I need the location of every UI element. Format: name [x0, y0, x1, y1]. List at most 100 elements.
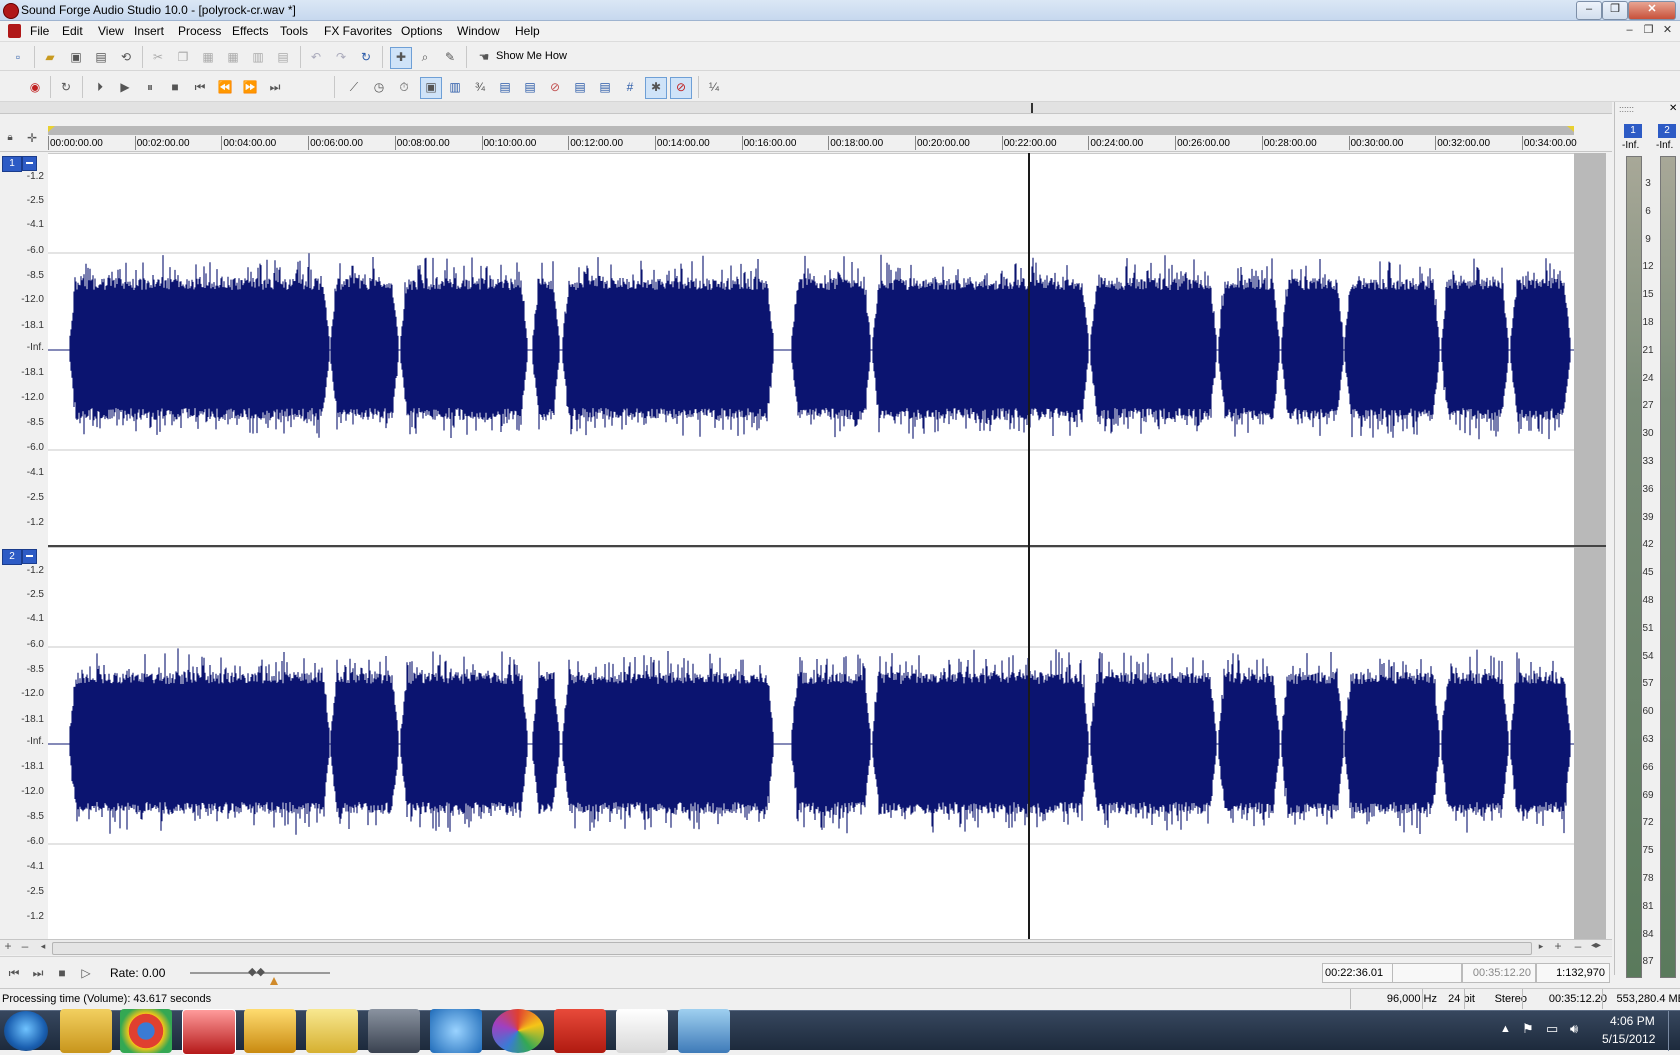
- network-icon[interactable]: ▭: [1546, 1021, 1558, 1037]
- play-icon[interactable]: ▷: [76, 963, 96, 983]
- zoom-out-time-button[interactable]: –: [1570, 938, 1586, 954]
- redo-icon[interactable]: ↷: [331, 47, 351, 67]
- time-signature-icon[interactable]: ¾: [470, 77, 490, 97]
- chrome-icon[interactable]: [120, 1009, 172, 1053]
- stop-icon[interactable]: ■: [52, 963, 72, 983]
- windows-start-icon[interactable]: [4, 1011, 48, 1051]
- picasa-icon[interactable]: [492, 1009, 544, 1053]
- magnify-tool-icon[interactable]: ⌕: [415, 47, 435, 67]
- playback-cursor[interactable]: [1028, 153, 1030, 939]
- selection-length-field[interactable]: [1392, 963, 1462, 983]
- frames-29-icon[interactable]: ▤: [570, 77, 590, 97]
- zoom-out-vertical-button[interactable]: –: [17, 938, 33, 954]
- document-icon[interactable]: [8, 24, 21, 38]
- fast-forward-icon[interactable]: ⏩: [240, 77, 260, 97]
- mdi-minimize-button[interactable]: –: [1622, 24, 1637, 38]
- mdi-restore-button[interactable]: ❐: [1641, 24, 1656, 38]
- save-icon[interactable]: ▣: [66, 47, 86, 67]
- frames-25-icon[interactable]: ▤: [520, 77, 540, 97]
- record-icon[interactable]: ◉: [25, 77, 45, 97]
- menu-tools[interactable]: Tools: [280, 24, 308, 38]
- menu-effects[interactable]: Effects: [232, 24, 268, 38]
- ruler-snap-icon[interactable]: ✛: [24, 130, 40, 146]
- minimize-button[interactable]: –: [1576, 1, 1602, 20]
- maximize-button[interactable]: ❐: [1602, 1, 1628, 20]
- go-to-start-icon[interactable]: ⏮: [190, 77, 210, 97]
- cursor-position-field[interactable]: 00:22:36.01: [1322, 963, 1394, 983]
- rate-slider-thumb[interactable]: ◆◆: [248, 965, 272, 979]
- new-file-icon[interactable]: ▫: [8, 47, 28, 67]
- filezilla-icon[interactable]: [554, 1009, 606, 1053]
- menu-fx-favorites[interactable]: FX Favorites: [324, 24, 392, 38]
- scroll-left-icon[interactable]: ◂: [36, 938, 50, 954]
- channels-field[interactable]: Stereo: [1464, 989, 1531, 1009]
- play-icon[interactable]: ▶: [115, 77, 135, 97]
- copy-icon[interactable]: ❐: [173, 47, 193, 67]
- menu-edit[interactable]: Edit: [62, 24, 83, 38]
- channel-1-waveform[interactable]: [48, 153, 1574, 545]
- waveform-1[interactable]: [48, 154, 1574, 546]
- steam-icon[interactable]: [368, 1009, 420, 1053]
- sound-forge-icon[interactable]: [182, 1009, 236, 1055]
- mix-icon[interactable]: ▥: [248, 47, 268, 67]
- go-to-end-icon[interactable]: ⏭: [265, 77, 285, 97]
- volume-icon[interactable]: 🔊︎: [1570, 1021, 1578, 1037]
- menu-file[interactable]: File: [30, 24, 49, 38]
- tasks-icon[interactable]: [244, 1009, 296, 1053]
- channel-2-waveform[interactable]: [48, 547, 1574, 939]
- render-icon[interactable]: ⟲: [116, 47, 136, 67]
- clock-time[interactable]: 4:06 PM: [1610, 1014, 1655, 1028]
- scroll-right-icon[interactable]: ▸: [1534, 938, 1548, 954]
- measures-icon[interactable]: ¼: [704, 77, 724, 97]
- file-explorer-icon[interactable]: [60, 1009, 112, 1053]
- lock-icon[interactable]: 🔒︎: [2, 130, 18, 146]
- show-me-how-button[interactable]: Show Me How: [496, 50, 567, 62]
- paste-icon[interactable]: ▦: [198, 47, 218, 67]
- photo-viewer-icon[interactable]: [678, 1009, 730, 1053]
- zoom-in-time-button[interactable]: +: [1550, 938, 1566, 954]
- frames-24-icon[interactable]: ▤: [495, 77, 515, 97]
- show-hidden-icons-icon[interactable]: ▲: [1500, 1023, 1511, 1035]
- frames-30-icon[interactable]: ▤: [595, 77, 615, 97]
- zoom-ratio-field[interactable]: 1:132,970: [1536, 963, 1610, 983]
- grid-lines-icon[interactable]: #: [620, 77, 640, 97]
- time-ruler[interactable]: 00:00:00.00 00:02:00.00 00:04:00.00 00:06:0…: [48, 126, 1577, 152]
- app-icon[interactable]: [3, 3, 19, 19]
- undo-icon[interactable]: ↶: [306, 47, 326, 67]
- horizontal-scroll-thumb[interactable]: [52, 942, 1532, 955]
- no-snap-icon[interactable]: ⊘: [670, 77, 692, 99]
- trim-icon[interactable]: ▤: [273, 47, 293, 67]
- zoom-normal-icon[interactable]: ◂▸: [1588, 938, 1604, 954]
- markers-icon[interactable]: ✱: [645, 77, 667, 99]
- stop-icon[interactable]: ■: [165, 77, 185, 97]
- menu-help[interactable]: Help: [515, 24, 540, 38]
- show-desktop-button[interactable]: [1668, 1011, 1680, 1051]
- edit-tool-icon[interactable]: ✚: [390, 47, 412, 69]
- drop-frame-icon[interactable]: ⊘: [545, 77, 565, 97]
- prev-icon[interactable]: ⏮: [4, 963, 24, 983]
- waveform-2[interactable]: [48, 548, 1574, 940]
- rewind-icon[interactable]: ⏪: [215, 77, 235, 97]
- pause-icon[interactable]: ⏸: [140, 77, 160, 97]
- snap-icon[interactable]: ▣: [420, 77, 442, 99]
- menu-process[interactable]: Process: [178, 24, 221, 38]
- menu-options[interactable]: Options: [401, 24, 442, 38]
- action-center-icon[interactable]: ⚑: [1522, 1021, 1534, 1037]
- menu-insert[interactable]: Insert: [134, 24, 164, 38]
- stopwatch-icon[interactable]: ⏱: [394, 77, 414, 97]
- play-all-icon[interactable]: ⏵: [90, 77, 110, 97]
- pencil-tool-icon[interactable]: ✎: [440, 47, 460, 67]
- repeat-icon[interactable]: ↻: [356, 47, 376, 67]
- menu-window[interactable]: Window: [457, 24, 500, 38]
- folders-icon[interactable]: [306, 1009, 358, 1053]
- paste-special-icon[interactable]: ▦: [223, 47, 243, 67]
- overview-bar[interactable]: [0, 102, 1612, 114]
- loop-playback-icon[interactable]: ↻: [56, 77, 76, 97]
- envelope-icon[interactable]: ⟋: [344, 77, 364, 97]
- cut-icon[interactable]: ✂: [148, 47, 168, 67]
- show-me-how-icon[interactable]: ☚: [474, 47, 494, 67]
- zoom-in-vertical-button[interactable]: +: [0, 938, 16, 954]
- java-icon[interactable]: [616, 1009, 668, 1053]
- next-icon[interactable]: ⏭: [28, 963, 48, 983]
- time-icon[interactable]: ◷: [369, 77, 389, 97]
